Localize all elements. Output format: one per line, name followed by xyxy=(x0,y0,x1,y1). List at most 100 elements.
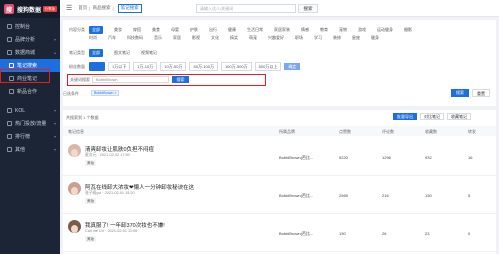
filter-option[interactable]: 星座 xyxy=(352,35,360,41)
selected-filter-label: 已选条件 xyxy=(63,91,79,96)
note-thumbnail[interactable] xyxy=(68,182,81,195)
note-shares: 16 xyxy=(468,155,473,160)
filter-option[interactable]: 装修 xyxy=(333,35,341,41)
filter-option[interactable]: 兴趣爱好 xyxy=(268,35,284,41)
sidebar-item-ranking[interactable]: 排行榜 ▾ xyxy=(0,130,60,143)
filter-option[interactable]: 音乐 xyxy=(154,35,162,41)
filter-option[interactable]: 影视 xyxy=(192,35,200,41)
table-row[interactable]: 清爽卸妆让肌肤0负担不闷痘 星次元 · 2021-02-02 17:50 美妆 … xyxy=(63,138,496,176)
sidebar-item-label: 排行榜 xyxy=(15,134,31,140)
breadcrumb-current[interactable]: 笔记搜索 xyxy=(117,3,142,13)
sidebar-item-dashboard[interactable]: 控制台 xyxy=(0,20,60,33)
note-favorites: 23 xyxy=(425,231,430,236)
filter-option[interactable]: 图文笔记 xyxy=(114,50,130,56)
ranking-icon xyxy=(7,134,12,139)
sidebar-item-kol[interactable]: KOL ▾ xyxy=(0,104,60,117)
fans-confirm-button[interactable]: 确定 xyxy=(284,63,301,70)
top-search-button[interactable]: 搜索 xyxy=(298,4,318,13)
filter-option[interactable]: 美食 xyxy=(152,27,160,33)
filter-option[interactable]: 1万-10万 xyxy=(133,62,158,71)
filter-option[interactable]: 搞笑 xyxy=(230,35,238,41)
store-icon xyxy=(7,50,12,55)
filter-option[interactable]: 健身 xyxy=(371,35,379,41)
filter-option[interactable]: 家居家装 xyxy=(274,27,290,33)
sidebar-item-label: 热门投放/流量 xyxy=(15,121,47,127)
menu-icon[interactable]: ☰ xyxy=(66,4,72,12)
filter-option[interactable]: 50万-100万 xyxy=(189,62,218,71)
breadcrumb-item[interactable]: 商品搜索 xyxy=(92,5,110,11)
selected-filter-tag[interactable]: BobbiBrown × xyxy=(91,90,120,96)
sidebar-item-store[interactable]: 数据商城 ▴ xyxy=(0,46,60,59)
filter-option[interactable]: 科技数码 xyxy=(127,35,143,41)
sidebar-item-brand[interactable]: 品牌分析 ▾ xyxy=(0,33,60,46)
filter-option[interactable]: 全部 xyxy=(89,49,103,57)
sidebar-item-label: 新品合作 xyxy=(17,89,38,95)
filter-option[interactable]: 时尚 xyxy=(89,35,97,41)
table-row[interactable]: 阿瓦在线卸大浓妆❤懒人一分钟卸妆秘诀在这 张子曦yoi · 2021-02-01… xyxy=(63,176,496,214)
table-header: 笔记信息 所属品牌 点赞数 评论数 收藏数 转发 xyxy=(63,126,496,136)
filter-option[interactable]: 全部 xyxy=(89,26,103,34)
table-row[interactable]: 我真服了! 一年卸370次妆也不嫌! Call me UV · 2021-02-… xyxy=(63,214,496,252)
filter-option[interactable]: 出行 xyxy=(209,27,217,33)
filter-option[interactable]: 全部 xyxy=(89,62,105,71)
filter-option[interactable]: 穿搭 xyxy=(133,27,141,33)
chevron-down-icon: ▾ xyxy=(53,108,56,113)
filter-option[interactable]: 100万-500万 xyxy=(220,62,252,71)
filter-option[interactable]: 1万以下 xyxy=(108,62,131,71)
cooperation-icon xyxy=(9,89,14,94)
note-brand: BobbiBrown(芭比... xyxy=(279,231,314,236)
note-tag: 美妆 xyxy=(85,198,97,204)
filter-option[interactable]: 500万以上 xyxy=(254,62,282,71)
note-title[interactable]: 清爽卸妆让肌肤0负担不闷痘 xyxy=(85,145,154,153)
filter-option[interactable]: 文化 xyxy=(211,35,219,41)
filter-option[interactable]: 教育 xyxy=(320,27,328,33)
note-thumbnail[interactable] xyxy=(68,144,81,157)
filter-option[interactable]: 生活日常 xyxy=(247,27,263,33)
export-button[interactable]: 批量导出 xyxy=(393,113,417,120)
filter-label: 内容分类 xyxy=(69,27,85,32)
note-likes: 130 xyxy=(339,231,346,236)
filter-option[interactable]: 视频笔记 xyxy=(141,50,157,56)
other-icon xyxy=(7,147,12,152)
filter-category-row: 内容分类 全部 美妆 穿搭 美食 母婴 护肤 出行 健康 生活日常 家居家装 情… xyxy=(63,26,423,34)
column-header[interactable]: 收藏数 xyxy=(425,129,437,135)
column-header[interactable]: 转发 xyxy=(468,129,476,135)
filter-option[interactable]: 家居 xyxy=(173,35,181,41)
brand-icon xyxy=(7,37,12,42)
filter-category-row-2: 时尚 汽车 科技数码 音乐 家居 影视 文化 搞笑 萌宠 兴趣爱好 职场 学习 … xyxy=(89,35,390,41)
filter-option[interactable]: 健康 xyxy=(228,27,236,33)
filter-option[interactable]: 情感 xyxy=(301,27,309,33)
filter-option[interactable]: 10万-50万 xyxy=(160,62,187,71)
logo[interactable]: 搜 搜狗数据 分享版 xyxy=(0,0,60,18)
results-panel: 共搜索到 1 个数据 批量导出 对比笔记 收藏笔记 笔记信息 所属品牌 点赞数 … xyxy=(63,110,496,254)
note-tag: 美妆 xyxy=(85,160,97,166)
filter-option[interactable]: 汽车 xyxy=(108,35,116,41)
column-header[interactable]: 点赞数 xyxy=(339,129,351,135)
filter-option[interactable]: 摄影 xyxy=(404,27,412,33)
column-header[interactable]: 评论数 xyxy=(382,129,394,135)
breadcrumb-home[interactable]: 首页 xyxy=(78,5,87,11)
collect-button[interactable]: 收藏笔记 xyxy=(447,113,471,120)
note-title[interactable]: 我真服了! 一年卸370次妆也不嫌! xyxy=(85,221,165,229)
top-search-input[interactable]: 请输入达人/关键词 xyxy=(196,4,296,13)
column-header[interactable]: 所属品牌 xyxy=(279,129,295,135)
filter-option[interactable]: 护肤 xyxy=(190,27,198,33)
reset-button[interactable]: 重置 xyxy=(472,89,490,97)
filter-option[interactable]: 美妆 xyxy=(114,27,122,33)
filter-option[interactable]: 职场 xyxy=(295,35,303,41)
sidebar-item-traffic[interactable]: 热门投放/流量 ▾ xyxy=(0,117,60,130)
search-button[interactable]: 搜索 xyxy=(451,89,469,97)
sidebar-item-other[interactable]: 其他 ▾ xyxy=(0,143,60,156)
breadcrumb-separator: | xyxy=(89,5,91,11)
note-thumbnail[interactable] xyxy=(68,220,81,233)
filter-option[interactable]: 学习 xyxy=(314,35,322,41)
note-title[interactable]: 阿瓦在线卸大浓妆❤懒人一分钟卸妆秘诀在这 xyxy=(85,183,194,191)
filter-option[interactable]: 母婴 xyxy=(171,27,179,33)
sidebar-item-cooperation[interactable]: 新品合作 xyxy=(0,85,60,98)
filter-option[interactable]: 宠物 xyxy=(339,27,347,33)
sidebar-item-label: KOL xyxy=(15,107,26,114)
filter-option[interactable]: 运动健身 xyxy=(377,27,393,33)
filter-option[interactable]: 游戏 xyxy=(358,27,366,33)
compare-button[interactable]: 对比笔记 xyxy=(420,113,444,120)
filter-option[interactable]: 萌宠 xyxy=(249,35,257,41)
